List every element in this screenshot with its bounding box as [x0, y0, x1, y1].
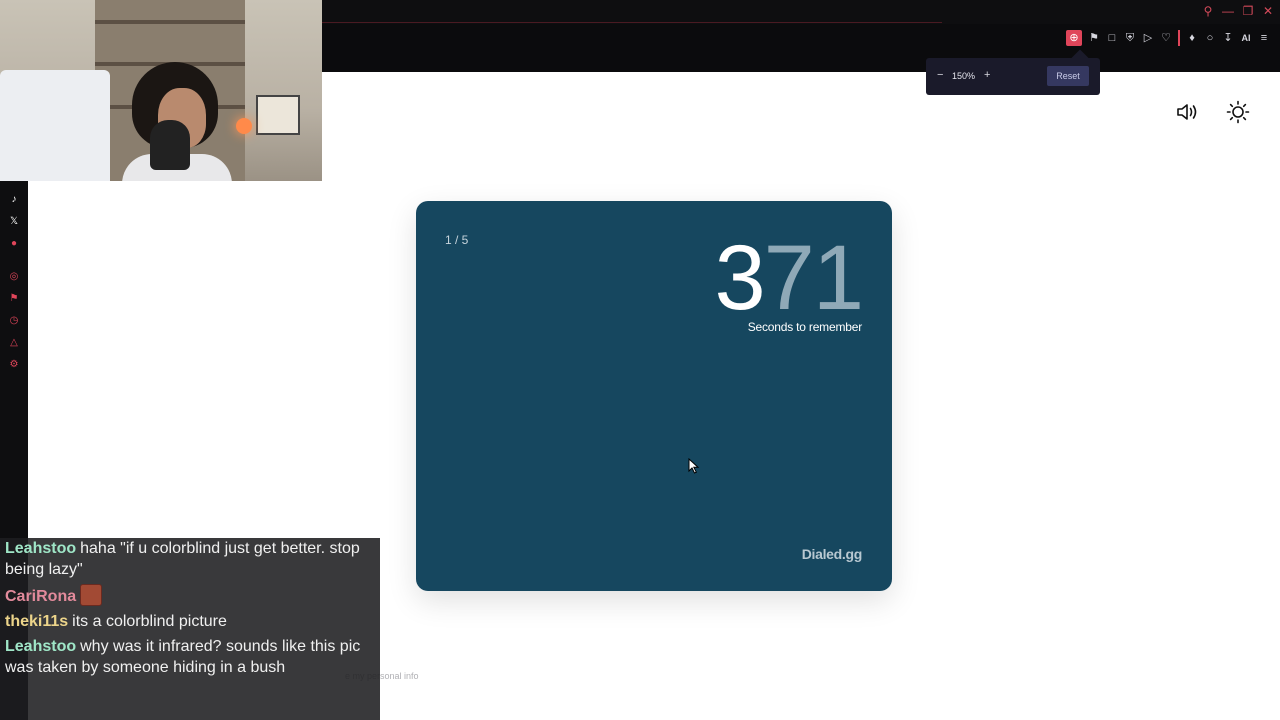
chat-username: CariRona — [5, 588, 77, 605]
minimize-icon[interactable]: — — [1222, 4, 1234, 18]
x-icon[interactable]: 𝕏 — [0, 215, 28, 229]
menu-icon[interactable]: ≡ — [1258, 30, 1270, 46]
chat-message: Leahstoo haha "if u colorblind just get b… — [5, 538, 376, 580]
chat-text: its a colorblind picture — [72, 613, 227, 630]
round-counter: 1 / 5 — [445, 233, 469, 247]
color-card[interactable]: 1 / 5 371 Seconds to remember Dialed.gg — [416, 201, 892, 591]
sun-icon[interactable] — [1226, 100, 1250, 124]
mouse-cursor-icon — [688, 458, 700, 474]
zoom-reset-button[interactable]: Reset — [1047, 66, 1089, 86]
zoom-in-button[interactable]: + — [984, 69, 990, 81]
weibo-icon[interactable]: ● — [0, 237, 28, 251]
toolbar-icons: ⊕ ⚑ □ ⛨ ▷ ♡ ♦ ○ ↧ AI ≡ — [1066, 30, 1270, 46]
timer-rest-digits: 71 — [763, 227, 864, 329]
settings-icon[interactable]: ⚙ — [0, 358, 28, 372]
zoom-popup: − 150% + Reset — [926, 49, 1100, 95]
browser-toolbar: ⊕ ⚑ □ ⛨ ▷ ♡ ♦ ○ ↧ AI ≡ — [322, 24, 1280, 72]
chat-message: CariRona — [5, 584, 376, 607]
pin-icon[interactable]: ⚑ — [0, 292, 28, 306]
ai-button[interactable]: AI — [1240, 30, 1252, 46]
speaker-icon[interactable] — [1175, 100, 1199, 124]
chat-username: Leahstoo — [5, 540, 77, 557]
timer-label: Seconds to remember — [747, 320, 862, 334]
target-icon[interactable]: ◎ — [0, 270, 28, 284]
webcam-sign — [256, 95, 300, 135]
search-icon[interactable]: ⚲ — [1202, 4, 1214, 18]
close-icon[interactable]: ✕ — [1262, 4, 1274, 18]
puzzle-icon[interactable]: ♦ — [1186, 30, 1198, 46]
toolbar-separator — [1178, 30, 1180, 46]
chat-username: theki11s — [5, 613, 69, 630]
chat-message: theki11s its a colorblind picture — [5, 611, 376, 632]
zoom-level: 150% — [952, 71, 976, 81]
webcam-overlay — [0, 0, 322, 181]
timer-first-digit: 3 — [714, 227, 765, 329]
shield-icon[interactable]: ⛨ — [1124, 30, 1136, 46]
profile-icon[interactable]: ○ — [1204, 30, 1216, 46]
webcam-bed — [0, 70, 110, 181]
titlebar-divider — [322, 22, 942, 23]
zoom-icon[interactable]: ⊕ — [1066, 30, 1082, 46]
zoom-out-button[interactable]: − — [937, 69, 943, 81]
heart-icon[interactable]: ♡ — [1160, 30, 1172, 46]
window-controls: ⚲ — ❐ ✕ — [1202, 4, 1274, 18]
chat-message: Leahstoo why was it infrared? sounds like… — [5, 636, 376, 678]
chat-overlay: Leahstoo haha "if u colorblind just get b… — [0, 538, 380, 720]
restore-icon[interactable]: ❐ — [1242, 4, 1254, 18]
countdown-timer: 371 — [714, 232, 864, 324]
cube-icon[interactable]: △ — [0, 336, 28, 350]
tiktok-icon[interactable]: ♪ — [0, 193, 28, 207]
clock-icon[interactable]: ◷ — [0, 314, 28, 328]
play-icon[interactable]: ▷ — [1142, 30, 1154, 46]
bookmark-icon[interactable]: ⚑ — [1088, 30, 1100, 46]
screenshot-icon[interactable]: □ — [1106, 30, 1118, 46]
screen: ⚲ — ❐ ✕ ⊕ ⚑ □ ⛨ ▷ ♡ ♦ ○ ↧ AI ≡ − 150% + … — [0, 0, 1280, 720]
chat-emote-icon — [80, 584, 103, 606]
microphone — [150, 120, 190, 170]
download-icon[interactable]: ↧ — [1222, 30, 1234, 46]
browser-titlebar: ⚲ — ❐ ✕ — [322, 0, 1280, 24]
brand-logo: Dialed.gg — [801, 546, 863, 562]
chat-username: Leahstoo — [5, 638, 77, 655]
webcam-lamp — [236, 118, 252, 134]
